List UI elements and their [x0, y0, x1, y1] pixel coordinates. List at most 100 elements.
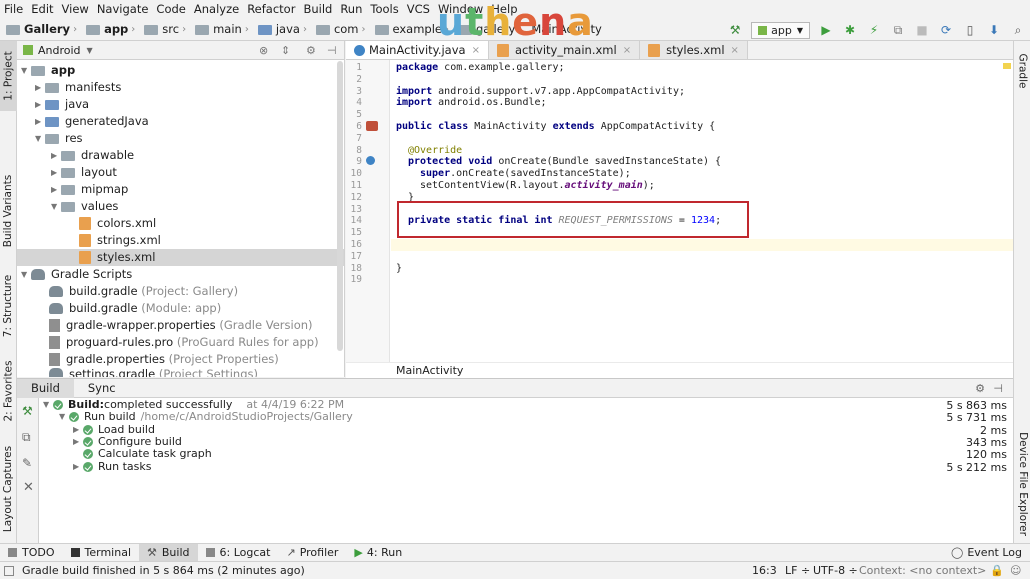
attach-debugger-icon[interactable]: ⧉	[889, 22, 907, 38]
debug-icon[interactable]: ✱	[841, 22, 859, 38]
inspector-icon[interactable]: ☺	[1010, 564, 1021, 577]
line-separator[interactable]: LF ÷	[785, 564, 810, 577]
code-line-1[interactable]: package com.example.gallery;	[396, 62, 565, 74]
toggle-view-icon[interactable]: ⧉	[22, 430, 31, 445]
chevron-down-icon[interactable]: ▼	[87, 46, 93, 55]
sdk-manager-icon[interactable]: ⬇	[985, 22, 1003, 38]
tab-profiler[interactable]: ↗ Profiler	[278, 544, 346, 562]
tree-item-colors-xml[interactable]: colors.xml	[79, 215, 156, 232]
tab-build[interactable]: Build	[17, 378, 74, 398]
tab-sync[interactable]: Sync	[74, 379, 130, 398]
menu-navigate[interactable]: Navigate	[97, 2, 149, 16]
tree-item-strings-xml[interactable]: strings.xml	[79, 232, 161, 249]
avd-manager-icon[interactable]: ▯	[961, 22, 979, 38]
analysis-status-icon[interactable]	[1003, 63, 1011, 69]
gear-icon[interactable]: ⚙	[306, 44, 316, 57]
code-line-11[interactable]: setContentView(R.layout.activity_main);	[420, 180, 655, 192]
tree-item-layout[interactable]: ▶ layout	[51, 164, 117, 181]
hide-icon[interactable]: ⊣	[327, 44, 337, 57]
breadcrumb-java[interactable]: java ›	[257, 22, 312, 36]
tree-item-mipmap[interactable]: ▶ mipmap	[51, 181, 128, 198]
tool-window-toggle-icon[interactable]	[4, 565, 14, 576]
tab-favorites[interactable]: 2: Favorites	[0, 356, 17, 426]
tab-structure[interactable]: 7: Structure	[0, 271, 17, 341]
lock-icon[interactable]: 🔒	[990, 564, 1004, 577]
tree-item-app[interactable]: ▼ app	[21, 62, 75, 79]
run-icon[interactable]: ▶	[817, 22, 835, 38]
build-row-run-build[interactable]: ▼ Run build/home/c/AndroidStudioProjects/…	[59, 411, 353, 423]
status-message[interactable]: Gradle build finished in 5 s 864 ms (2 m…	[22, 564, 305, 577]
editor-breadcrumb[interactable]: MainActivity	[346, 362, 1013, 378]
tab-layout-captures[interactable]: Layout Captures	[0, 441, 17, 536]
close-icon[interactable]: ×	[472, 45, 480, 56]
hammer-icon[interactable]: ⚒	[22, 404, 33, 418]
tree-item-build-gradle-module[interactable]: build.gradle (Module: app)	[49, 300, 221, 317]
hammer-icon[interactable]: ⚒	[726, 22, 744, 38]
breadcrumb-com[interactable]: com ›	[315, 22, 371, 36]
tree-item-settings-gradle[interactable]: settings.gradle (Project Settings)	[49, 368, 258, 377]
tree-item-build-gradle-project[interactable]: build.gradle (Project: Gallery)	[49, 283, 238, 300]
stop-icon[interactable]: ■	[913, 22, 931, 38]
menu-file[interactable]: File	[4, 2, 23, 16]
tree-item-proguard-rules[interactable]: proguard-rules.pro (ProGuard Rules for a…	[49, 334, 319, 351]
tab-run[interactable]: ▶ 4: Run	[346, 544, 410, 562]
tab-event-log[interactable]: ◯ Event Log	[943, 544, 1030, 562]
menu-refactor[interactable]: Refactor	[247, 2, 295, 16]
sync-icon[interactable]: ⟳	[937, 22, 955, 38]
menu-code[interactable]: Code	[156, 2, 185, 16]
tree-item-gradle-wrapper[interactable]: gradle-wrapper.properties (Gradle Versio…	[49, 317, 313, 334]
tree-item-gradle-properties[interactable]: gradle.properties (Project Properties)	[49, 351, 279, 368]
tree-item-generated-java[interactable]: ▶ generatedJava	[35, 113, 149, 130]
menu-view[interactable]: View	[62, 2, 89, 16]
code-line-6[interactable]: public class MainActivity extends AppCom…	[396, 121, 715, 133]
menu-vcs[interactable]: VCS	[407, 2, 430, 16]
run-configuration-select[interactable]: app ▼	[751, 21, 810, 39]
tab-project[interactable]: 1: Project	[0, 41, 17, 111]
hide-icon[interactable]: ⊣	[993, 382, 1003, 395]
close-icon[interactable]: ✕	[23, 480, 34, 495]
pin-icon[interactable]: ✎	[22, 456, 32, 470]
scroll-from-source-icon[interactable]: ⊗	[259, 44, 268, 57]
menu-run[interactable]: Run	[340, 2, 362, 16]
tree-item-res[interactable]: ▼ res	[35, 130, 83, 147]
code-line-4[interactable]: import android.os.Bundle;	[396, 97, 547, 109]
build-row-run-tasks[interactable]: ▶ Run tasks	[73, 461, 151, 473]
tree-item-manifests[interactable]: ▶ manifests	[35, 79, 121, 96]
tree-item-drawable[interactable]: ▶ drawable	[51, 147, 134, 164]
menu-analyze[interactable]: Analyze	[194, 2, 239, 16]
tree-item-gradle-scripts[interactable]: ▼ Gradle Scripts	[21, 266, 132, 283]
code-line-10[interactable]: super.onCreate(savedInstanceState);	[420, 168, 631, 180]
code-line-9[interactable]: protected void onCreate(Bundle savedInst…	[408, 156, 721, 168]
caret-position[interactable]: 16:3	[752, 564, 777, 577]
tab-activity-main-xml[interactable]: activity_main.xml ×	[488, 41, 641, 59]
tab-logcat[interactable]: 6: Logcat	[198, 544, 279, 562]
tree-item-values[interactable]: ▼ values	[51, 198, 118, 215]
android-run-gutter-icon[interactable]	[366, 121, 378, 131]
tab-device-file-explorer[interactable]: Device File Explorer	[1014, 426, 1030, 541]
build-row-calc-task-graph[interactable]: Calculate task graph	[83, 448, 212, 460]
tab-mainactivity-java[interactable]: MainActivity.java ×	[346, 41, 489, 59]
breadcrumb-app[interactable]: app ›	[86, 22, 140, 36]
tab-build-bottom[interactable]: ⚒ Build	[139, 543, 198, 562]
context-indicator[interactable]: Context: <no context>	[859, 564, 986, 577]
breadcrumb-src[interactable]: src ›	[144, 22, 191, 36]
tab-build-variants[interactable]: Build Variants	[0, 171, 17, 251]
project-view-select[interactable]: Android	[38, 44, 81, 57]
tab-terminal[interactable]: Terminal	[63, 544, 140, 562]
tree-item-java[interactable]: ▶ java	[35, 96, 89, 113]
tree-item-styles-xml[interactable]: styles.xml	[17, 249, 344, 266]
menu-build[interactable]: Build	[303, 2, 332, 16]
menu-edit[interactable]: Edit	[31, 2, 53, 16]
tab-todo[interactable]: TODO	[0, 544, 63, 562]
gear-icon[interactable]: ⚙	[975, 382, 985, 395]
breadcrumb-main[interactable]: main ›	[195, 22, 254, 36]
override-gutter-icon[interactable]	[366, 156, 375, 165]
collapse-all-icon[interactable]: ⇕	[281, 44, 290, 57]
search-icon[interactable]: ⌕	[1009, 22, 1027, 38]
apply-changes-icon[interactable]: ⚡	[865, 22, 883, 38]
tab-styles-xml[interactable]: styles.xml ×	[640, 41, 748, 59]
close-icon[interactable]: ×	[731, 45, 739, 56]
code-line-18[interactable]: }	[396, 263, 402, 275]
tab-gradle[interactable]: Gradle	[1014, 46, 1030, 96]
menu-tools[interactable]: Tools	[370, 2, 398, 16]
